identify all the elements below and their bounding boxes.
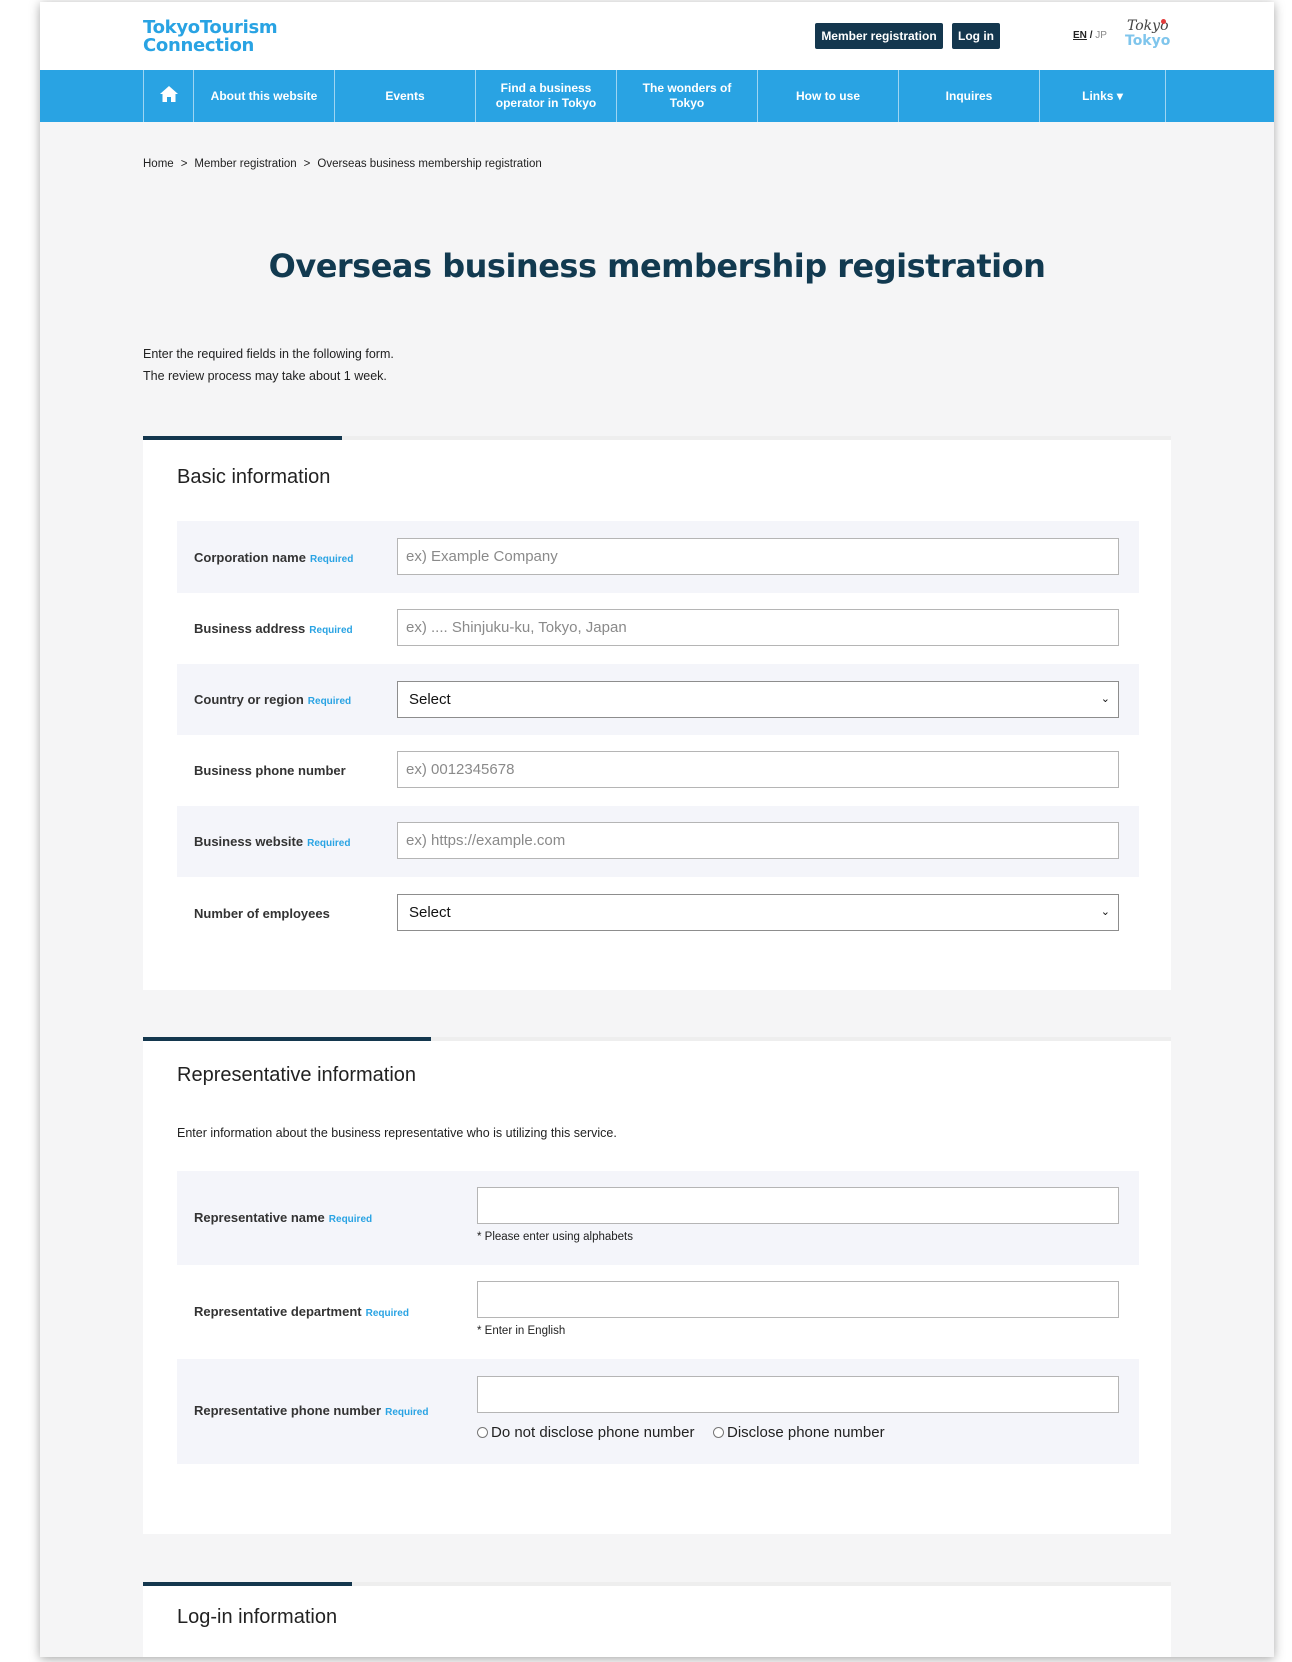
basic-information-section: Basic information Corporation name Requir… (143, 436, 1171, 990)
representative-information-section: Representative information Enter informa… (143, 1037, 1171, 1534)
nav-events[interactable]: Events (334, 70, 475, 122)
page-title: Overseas business membership registratio… (268, 247, 1046, 285)
section-title: Basic information (177, 466, 331, 488)
required-badge: Required (385, 1407, 429, 1418)
breadcrumb-home[interactable]: Home (143, 158, 174, 170)
nav-how-to-use[interactable]: How to use (757, 70, 898, 122)
corporation-name-input[interactable]: ex) Example Company (397, 538, 1119, 575)
select-value: Select (409, 904, 451, 921)
chevron-down-icon: ⌄ (1100, 906, 1110, 918)
required-badge: Required (309, 554, 354, 565)
breadcrumb-separator: > (303, 158, 311, 170)
label-text: Country or region (194, 692, 304, 707)
breadcrumb: Home > Member registration > Overseas busine… (143, 158, 542, 170)
required-badge: Required (328, 1214, 373, 1225)
nav-wonders[interactable]: The wonders of Tokyo (616, 70, 757, 122)
required-badge: Required (365, 1308, 409, 1319)
intro-line-2: The review process may take about 1 week… (143, 369, 387, 383)
radio-label: Do not disclose phone number (491, 1424, 695, 1441)
form-row-country: Country or region Required Select ⌄ (177, 664, 1139, 735)
field-label: Representative name Required (194, 1210, 372, 1225)
label-text: Business phone number (194, 763, 346, 778)
field-label: Corporation name Required (194, 550, 353, 565)
section-title: Representative information (177, 1064, 417, 1086)
form-row-representative-department: Representative department Required * Ente… (177, 1265, 1139, 1359)
radio-do-not-disclose[interactable]: Do not disclose phone number (477, 1424, 694, 1441)
label-text: Corporation name (194, 550, 306, 565)
field-label: Representative department Required (194, 1304, 409, 1319)
section-accent-bar (143, 1037, 431, 1041)
label-text: Representative phone number (194, 1403, 382, 1418)
nav-home[interactable] (143, 70, 193, 122)
radio-circle[interactable] (477, 1427, 488, 1438)
radio-disclose[interactable]: Disclose phone number (713, 1424, 885, 1441)
business-address-input[interactable]: ex) .... Shinjuku-ku, Tokyo, Japan (397, 609, 1119, 646)
nav-about[interactable]: About this website (193, 70, 334, 122)
tokyo-tokyo-logo[interactable]: Tokyo Tokyo (1125, 18, 1173, 54)
label-text: Number of employees (194, 906, 330, 921)
radio-circle[interactable] (713, 1427, 724, 1438)
section-title: Log-in information (177, 1606, 338, 1628)
field-label: Number of employees (194, 906, 330, 921)
logo-line-2: Connection (143, 35, 255, 56)
form-row-corporation-name: Corporation name Required ex) Example Com… (177, 521, 1139, 593)
chevron-down-icon: ⌄ (1100, 693, 1110, 705)
main-nav: About this website Events Find a busines… (40, 70, 1274, 122)
form-row-representative-phone: Representative phone number Required Do n… (177, 1359, 1139, 1464)
form-row-business-website: Business website Required ex) https://exa… (177, 806, 1139, 877)
intro-text: Enter the required fields in the followi… (143, 343, 394, 387)
field-hint: * Enter in English (477, 1325, 566, 1337)
browser-page: TokyoTourism Connection Member registrat… (40, 2, 1274, 1657)
site-logo[interactable]: TokyoTourism Connection (143, 19, 278, 56)
field-label: Country or region Required (194, 692, 351, 707)
representative-phone-input[interactable] (477, 1376, 1119, 1413)
required-badge: Required (307, 838, 351, 849)
business-phone-input[interactable]: ex) 0012345678 (397, 751, 1119, 788)
field-label: Business website Required (194, 834, 350, 849)
field-label: Business address Required (194, 621, 353, 636)
form-row-business-phone: Business phone number ex) 0012345678 (177, 735, 1139, 806)
breadcrumb-current: Overseas business membership registratio… (317, 158, 542, 170)
form-row-employees: Number of employees Select ⌄ (177, 877, 1139, 949)
form-row-representative-name: Representative name Required * Please ent… (177, 1171, 1139, 1265)
site-header: TokyoTourism Connection Member registrat… (40, 2, 1274, 70)
field-hint: * Please enter using alphabets (477, 1231, 633, 1243)
required-badge: Required (309, 625, 353, 636)
login-button[interactable]: Log in (952, 23, 1000, 49)
home-icon (159, 85, 179, 107)
representative-name-input[interactable] (477, 1187, 1119, 1224)
nav-find-business[interactable]: Find a business operator in Tokyo (475, 70, 616, 122)
field-label: Business phone number (194, 763, 346, 778)
brand-dot (1161, 19, 1166, 24)
breadcrumb-member-registration[interactable]: Member registration (194, 158, 296, 170)
select-value: Select (409, 691, 451, 708)
intro-line-1: Enter the required fields in the followi… (143, 347, 394, 361)
radio-label: Disclose phone number (727, 1424, 885, 1441)
business-website-input[interactable]: ex) https://example.com (397, 822, 1119, 859)
employees-select[interactable]: Select ⌄ (397, 894, 1119, 931)
brand-line-2: Tokyo (1125, 33, 1171, 49)
language-switch: EN / JP (1073, 29, 1107, 43)
login-information-section: Log-in information (143, 1582, 1171, 1657)
form-row-business-address: Business address Required ex) .... Shinju… (177, 593, 1139, 664)
label-text: Business website (194, 834, 304, 849)
section-accent-bar (143, 436, 342, 440)
member-registration-button[interactable]: Member registration (815, 23, 943, 49)
representative-department-input[interactable] (477, 1281, 1119, 1318)
section-accent-bar (143, 1582, 352, 1586)
required-badge: Required (307, 696, 352, 707)
lang-jp-link[interactable]: JP (1095, 30, 1107, 41)
lang-separator: / (1089, 30, 1093, 41)
label-text: Representative name (194, 1210, 325, 1225)
label-text: Business address (194, 621, 306, 636)
section-description: Enter information about the business rep… (177, 1126, 617, 1140)
nav-inquires[interactable]: Inquires (898, 70, 1039, 122)
breadcrumb-separator: > (180, 158, 188, 170)
country-select[interactable]: Select ⌄ (397, 681, 1119, 718)
label-text: Representative department (194, 1304, 362, 1319)
lang-en-link[interactable]: EN (1073, 30, 1087, 41)
nav-links[interactable]: Links ▾ (1039, 70, 1166, 122)
field-label: Representative phone number Required (194, 1403, 428, 1418)
